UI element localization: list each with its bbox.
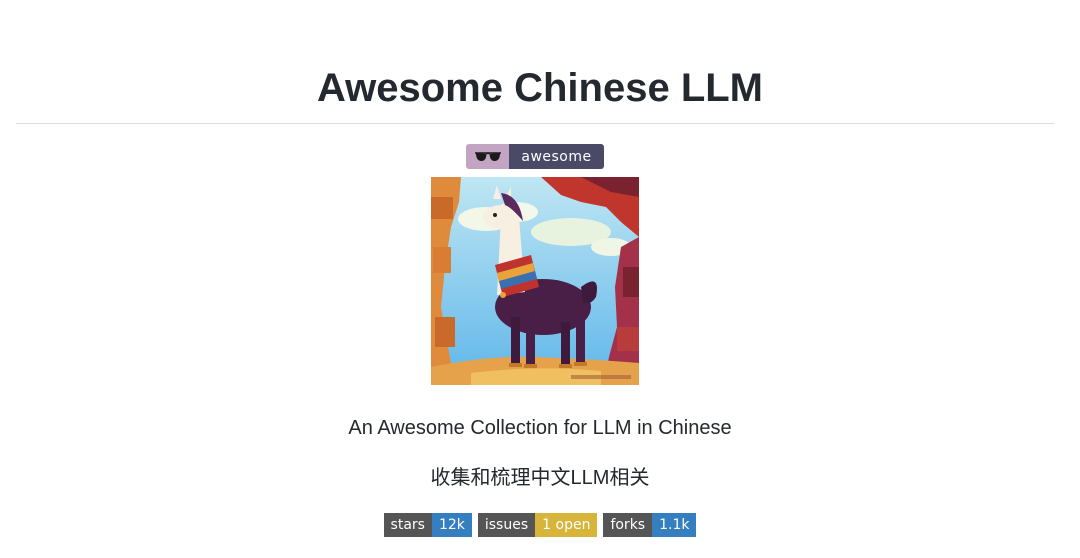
forks-shield[interactable]: forks 1.1k: [603, 513, 697, 537]
page-title: Awesome Chinese LLM: [316, 66, 764, 110]
issues-shield[interactable]: issues 1 open: [477, 513, 598, 537]
shield-label: issues: [477, 513, 536, 537]
shield-value: 1 open: [535, 513, 598, 537]
shield-value: 12k: [431, 513, 472, 537]
shield-value: 1.1k: [652, 513, 697, 537]
llama-illustration-icon: [431, 177, 639, 385]
sunglasses-icon: [466, 144, 509, 169]
shield-label: forks: [603, 513, 653, 537]
title-divider: [16, 123, 1054, 124]
subtitle-chinese: 收集和梳理中文LLM相关: [430, 467, 650, 489]
stars-shield[interactable]: stars 12k: [383, 513, 472, 537]
awesome-badge[interactable]: awesome: [466, 144, 604, 169]
subtitle-english: An Awesome Collection for LLM in Chinese: [348, 417, 732, 439]
awesome-badge-label: awesome: [509, 144, 604, 169]
shields-row: stars 12k issues 1 open forks 1.1k: [0, 513, 1080, 537]
readme-page: Awesome Chinese LLM awesome An Awesome C…: [0, 0, 1080, 558]
shield-label: stars: [383, 513, 432, 537]
